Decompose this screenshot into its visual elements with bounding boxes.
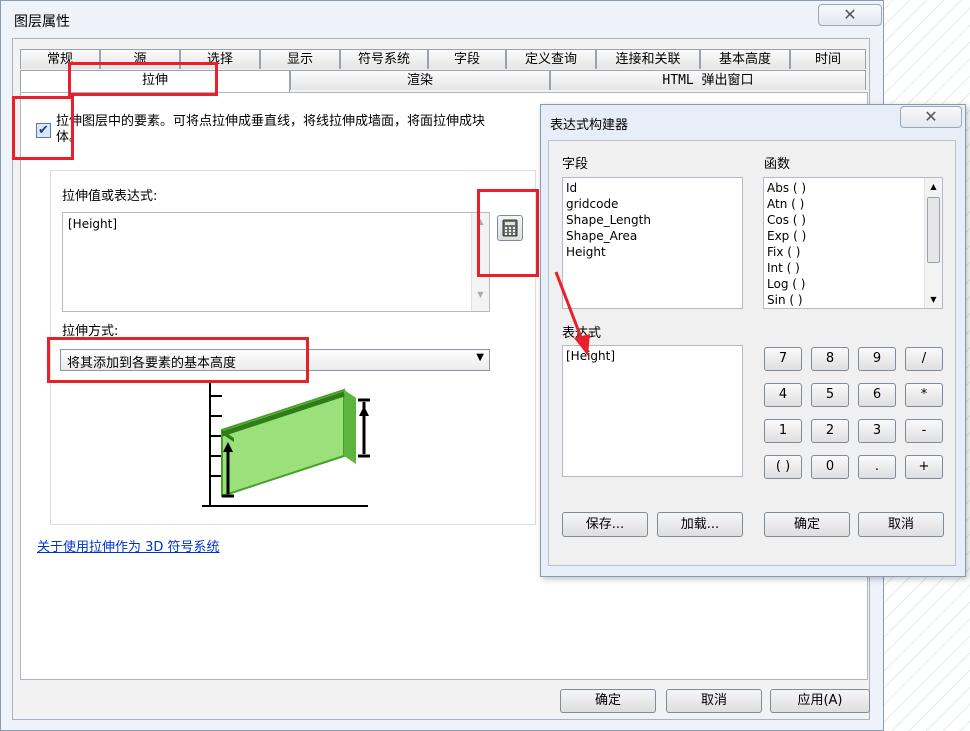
- tab-joins-relates[interactable]: 连接和关联: [596, 49, 700, 69]
- key-minus[interactable]: -: [905, 419, 943, 443]
- highlight-extrusion-tab: [68, 62, 218, 96]
- close-icon: ✕: [843, 5, 857, 24]
- list-item[interactable]: Abs ( ): [767, 180, 939, 196]
- scroll-up-icon: ▲: [930, 182, 937, 191]
- expression-textbox[interactable]: [Height]: [62, 212, 490, 312]
- eb-close-button[interactable]: ✕: [900, 106, 962, 128]
- key-2[interactable]: 2: [811, 419, 849, 443]
- tab-display[interactable]: 显示: [260, 49, 340, 69]
- key-plus[interactable]: +: [905, 455, 943, 479]
- tab-definition-query[interactable]: 定义查询: [506, 49, 596, 69]
- eb-cancel-button[interactable]: 取消: [858, 512, 944, 537]
- tab-fields[interactable]: 字段: [428, 49, 506, 69]
- list-item[interactable]: Log ( ): [767, 276, 939, 292]
- help-link[interactable]: 关于使用拉伸作为 3D 符号系统: [37, 536, 220, 555]
- key-divide[interactable]: /: [905, 347, 943, 371]
- cancel-button[interactable]: 取消: [666, 689, 762, 713]
- functions-scrollbar[interactable]: ▲ ▼: [924, 178, 942, 308]
- load-button[interactable]: 加载...: [657, 512, 743, 537]
- tab-rendering[interactable]: 渲染: [290, 70, 550, 90]
- key-4[interactable]: 4: [764, 383, 802, 407]
- dialog-title: 图层属性: [14, 14, 70, 30]
- highlight-method-dropdown: [47, 337, 309, 383]
- list-item[interactable]: Fix ( ): [767, 244, 939, 260]
- tab-time[interactable]: 时间: [790, 49, 866, 69]
- list-item[interactable]: Cos ( ): [767, 212, 939, 228]
- key-decimal[interactable]: .: [858, 455, 896, 479]
- key-9[interactable]: 9: [858, 347, 896, 371]
- key-7[interactable]: 7: [764, 347, 802, 371]
- functions-list[interactable]: Abs ( ) Atn ( ) Cos ( ) Exp ( ) Fix ( ) …: [763, 177, 943, 309]
- key-6[interactable]: 6: [858, 383, 896, 407]
- extrude-checkbox-label: 拉伸图层中的要素。可将点拉伸成垂直线，将线拉伸成墙面，将面拉伸成块体。: [56, 114, 486, 145]
- expression-editor[interactable]: [Height]: [562, 345, 743, 477]
- list-item[interactable]: Int ( ): [767, 260, 939, 276]
- extrusion-illustration: [200, 378, 370, 512]
- tab-symbology[interactable]: 符号系统: [340, 49, 428, 69]
- eb-ok-button[interactable]: 确定: [764, 512, 850, 537]
- list-item[interactable]: Atn ( ): [767, 196, 939, 212]
- key-0[interactable]: 0: [811, 455, 849, 479]
- save-button[interactable]: 保存...: [562, 512, 648, 537]
- scroll-down-icon: ▼: [477, 290, 484, 299]
- close-button[interactable]: ✕: [818, 4, 882, 26]
- list-item[interactable]: Height: [566, 244, 739, 260]
- key-8[interactable]: 8: [811, 347, 849, 371]
- key-multiply[interactable]: *: [905, 383, 943, 407]
- list-item[interactable]: gridcode: [566, 196, 739, 212]
- highlight-checkbox: [12, 96, 74, 160]
- expression-builder-title: 表达式构建器: [550, 118, 629, 133]
- key-5[interactable]: 5: [811, 383, 849, 407]
- scroll-thumb[interactable]: [927, 197, 940, 263]
- key-parentheses[interactable]: ( ): [764, 455, 802, 479]
- list-item[interactable]: Sin ( ): [767, 292, 939, 308]
- expression-text: [Height]: [68, 217, 118, 231]
- tab-base-heights[interactable]: 基本高度: [700, 49, 790, 69]
- scroll-down-icon: ▼: [930, 295, 937, 304]
- list-item[interactable]: Shape_Length: [566, 212, 739, 228]
- chevron-down-icon: ▼: [476, 352, 484, 363]
- apply-button[interactable]: 应用(A): [770, 689, 870, 713]
- annotation-arrow: [554, 271, 590, 356]
- list-item[interactable]: Id: [566, 180, 739, 196]
- ok-button[interactable]: 确定: [560, 689, 656, 713]
- key-1[interactable]: 1: [764, 419, 802, 443]
- expression-label: 拉伸值或表达式:: [62, 189, 158, 204]
- tab-html-popup[interactable]: HTML 弹出窗口: [550, 70, 866, 90]
- list-item[interactable]: Exp ( ): [767, 228, 939, 244]
- functions-label: 函数: [764, 157, 791, 172]
- fields-label: 字段: [562, 157, 589, 172]
- key-3[interactable]: 3: [858, 419, 896, 443]
- highlight-builder-button: [477, 189, 539, 277]
- close-icon: ✕: [924, 107, 938, 126]
- list-item[interactable]: Shape_Area: [566, 228, 739, 244]
